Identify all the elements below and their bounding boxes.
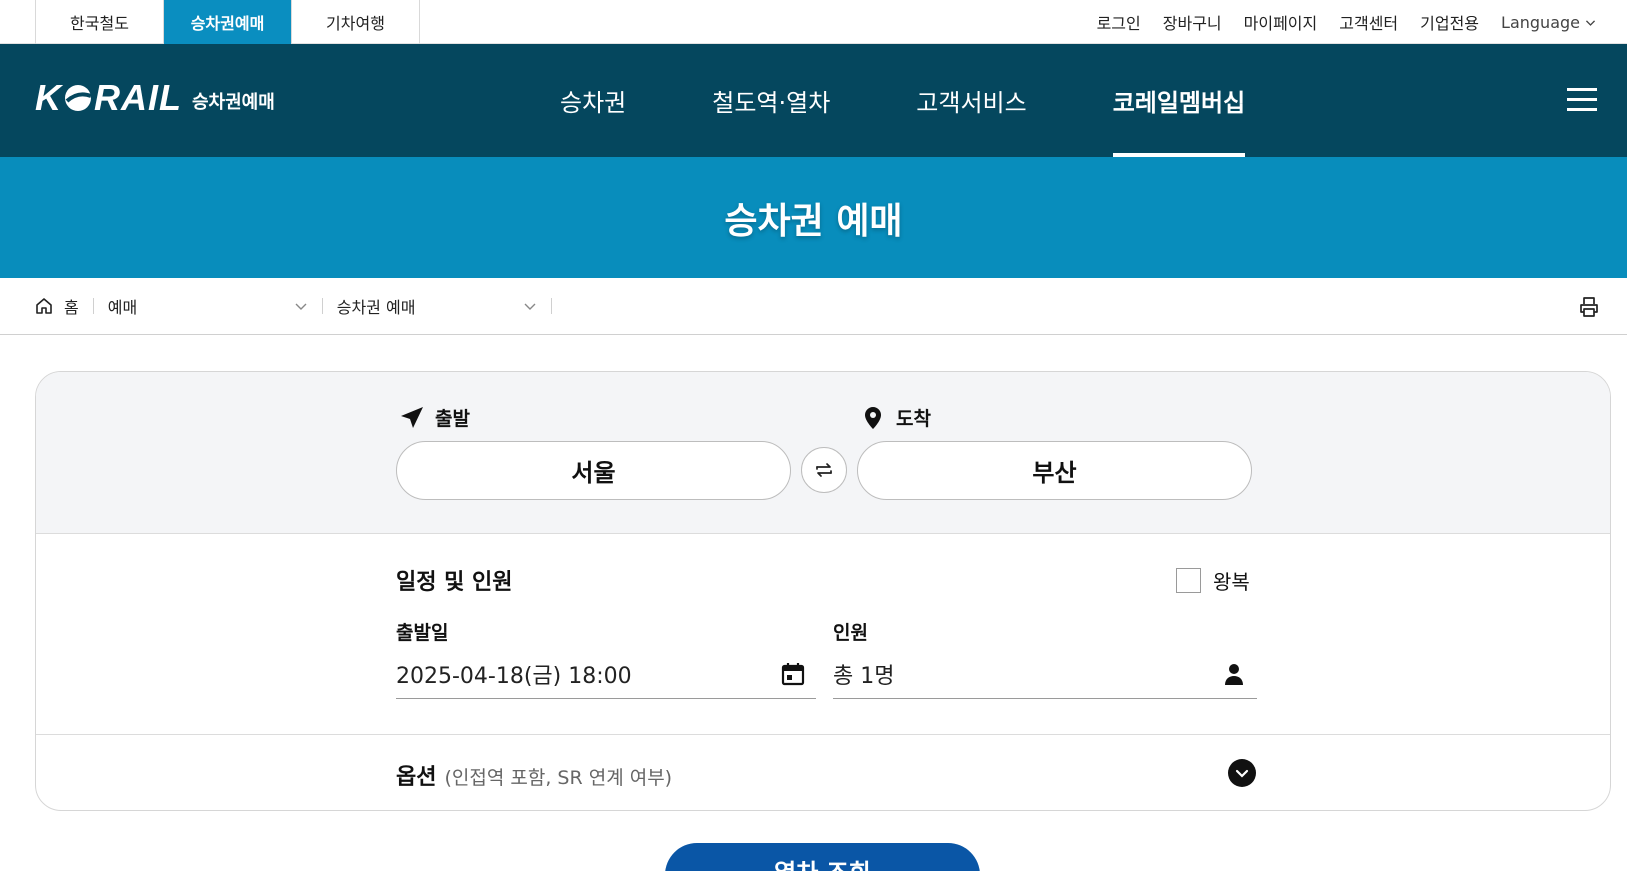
passenger-value: 총 1명 [833,663,895,689]
breadcrumb-level2-dropdown[interactable]: 승차권 예매 [337,294,537,318]
breadcrumb-home-label: 홈 [64,298,79,317]
options-title: 옵션 [396,765,437,790]
search-trains-button[interactable]: 열차 조회 [665,843,980,871]
options-label: 옵션 (인접역 포함, SR 연계 여부) [396,759,672,791]
options-description: (인접역 포함, SR 연계 여부) [444,767,673,789]
roundtrip-checkbox[interactable] [1176,568,1201,593]
arrival-label-text: 도착 [896,408,931,430]
page-banner: 승차권 예매 [0,157,1627,278]
breadcrumb-home[interactable]: 홈 [34,294,79,318]
swap-icon [816,463,832,477]
logo-letter-k: K [35,77,62,118]
chevron-down-icon [524,303,536,310]
departure-label: 출발 [399,404,470,431]
logo-letters-rail: RAIL [94,77,182,118]
mypage-link[interactable]: 마이페이지 [1244,10,1318,34]
roundtrip-label: 왕복 [1213,570,1250,594]
options-expand-button[interactable] [1228,759,1256,787]
arrival-station-field[interactable]: 부산 [857,441,1252,500]
roundtrip-option[interactable]: 왕복 [1176,566,1250,595]
utility-bar: 한국철도 승차권예매 기차여행 로그인 장바구니 마이페이지 고객센터 기업전용… [0,0,1627,44]
calendar-icon [781,662,805,685]
breadcrumb-divider [550,298,552,314]
schedule-title: 일정 및 인원 [396,570,513,595]
person-icon [1225,663,1243,685]
breadcrumb-divider [92,298,94,314]
chevron-down-icon [1235,769,1249,778]
cart-link[interactable]: 장바구니 [1163,10,1222,34]
breadcrumb-level2-label: 승차권 예매 [336,298,416,317]
page-title: 승차권 예매 [724,200,903,242]
date-label: 출발일 [396,622,449,644]
breadcrumb: 홈 예매 승차권 예매 [0,278,1627,335]
ticket-search-panel: 출발 서울 도착 부산 일정 및 인원 왕복 출발일 2025-04-18(금)… [35,371,1611,811]
language-label: Language [1501,12,1580,32]
station-selector: 출발 서울 도착 부산 [36,372,1610,534]
nav-item-stations-trains[interactable]: 철도역·열차 [712,44,830,157]
passenger-field[interactable]: 총 1명 [833,649,1257,699]
departure-date-value: 2025-04-18(금) 18:00 [396,663,632,689]
passenger-label: 인원 [833,622,868,644]
corporate-link[interactable]: 기업전용 [1420,10,1479,34]
utility-links: 로그인 장바구니 마이페이지 고객센터 기업전용 Language [1097,0,1597,44]
nav-item-tickets[interactable]: 승차권 [560,44,626,157]
site-tab-travel[interactable]: 기차여행 [292,0,420,44]
departure-arrow-icon [401,406,423,428]
departure-date-field[interactable]: 2025-04-18(금) 18:00 [396,649,816,699]
language-selector[interactable]: Language [1501,13,1597,32]
chevron-down-icon [295,303,307,310]
site-tabs: 한국철도 승차권예매 기차여행 [35,0,420,44]
logo-subtitle: 승차권예매 [192,92,275,113]
departure-label-text: 출발 [435,408,470,430]
logo-wordmark: K RAIL [35,80,182,116]
nav-item-membership[interactable]: 코레일멤버십 [1112,44,1246,157]
options-section[interactable]: 옵션 (인접역 포함, SR 연계 여부) [36,735,1610,810]
breadcrumb-divider [321,298,323,314]
site-tab-ticketing[interactable]: 승차권예매 [164,0,292,44]
breadcrumb-level1-dropdown[interactable]: 예매 [108,294,308,318]
customer-center-link[interactable]: 고객센터 [1339,10,1398,34]
home-icon [36,298,52,314]
breadcrumb-level1-label: 예매 [107,298,138,317]
main-nav: K RAIL 승차권예매 승차권 철도역·열차 고객서비스 코레일멤버십 [0,44,1627,157]
login-link[interactable]: 로그인 [1097,10,1141,34]
korail-logo[interactable]: K RAIL 승차권예매 [35,80,275,116]
nav-item-customer-service[interactable]: 고객서비스 [916,44,1026,157]
nav-items: 승차권 철도역·열차 고객서비스 코레일멤버십 [560,44,1331,157]
swap-stations-button[interactable] [801,447,847,493]
site-tab-korail[interactable]: 한국철도 [36,0,164,44]
logo-circle-icon [65,85,92,111]
menu-icon[interactable] [1567,88,1597,112]
chevron-down-icon [1585,19,1596,26]
schedule-section: 일정 및 인원 왕복 출발일 2025-04-18(금) 18:00 인원 총 … [36,534,1610,735]
print-icon[interactable] [1577,295,1601,319]
departure-station-field[interactable]: 서울 [396,441,791,500]
location-pin-icon [865,406,881,429]
arrival-label: 도착 [860,404,931,431]
